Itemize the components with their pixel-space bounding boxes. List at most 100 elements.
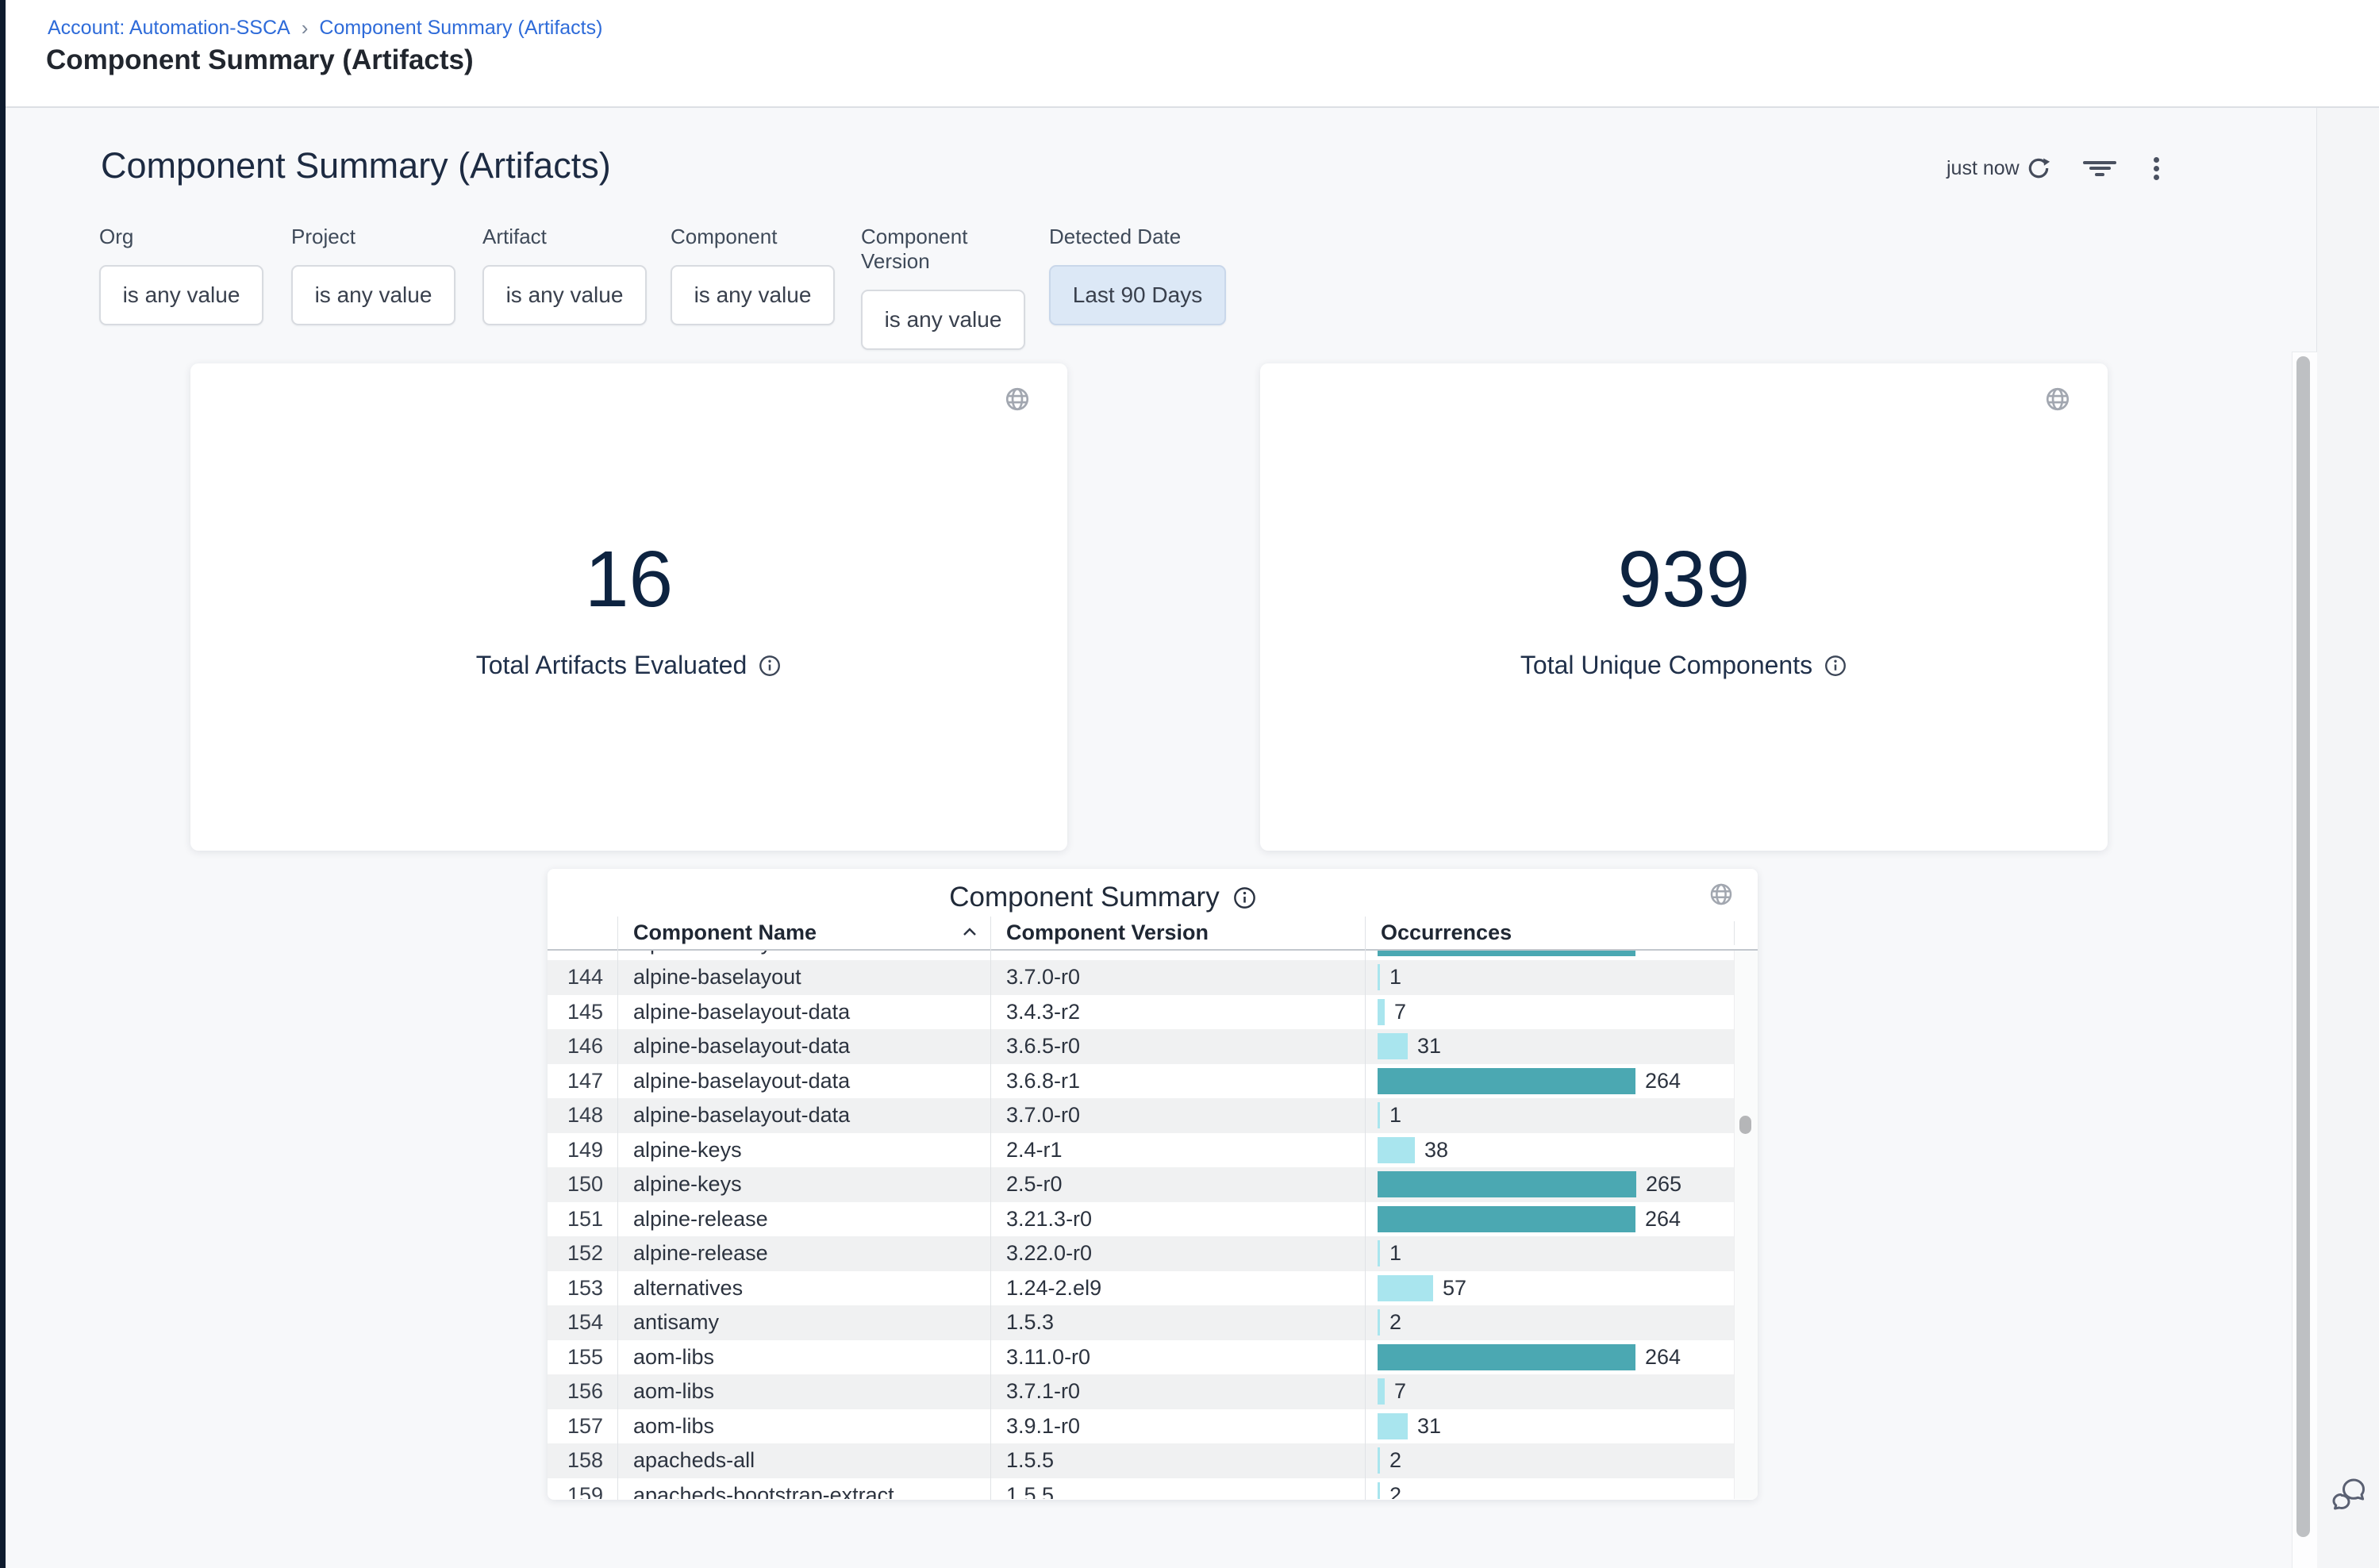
filter-component-version-value-button[interactable]: is any value (861, 290, 1025, 350)
occurrences-bar[interactable] (1378, 1068, 1635, 1094)
row-index: 149 (548, 1133, 603, 1168)
occurrences-bar[interactable] (1378, 1033, 1408, 1059)
occurrences-value: 31 (1417, 1029, 1441, 1064)
component-version-cell: 3.7.0-r0 (1006, 960, 1080, 995)
occurrences-bar[interactable] (1378, 1482, 1380, 1500)
sort-asc-icon[interactable] (960, 924, 979, 941)
occurrences-bar[interactable] (1378, 1344, 1635, 1370)
occurrences-value: 31 (1417, 1409, 1441, 1444)
filter-artifact-value-button[interactable]: is any value (482, 265, 647, 325)
page-scrollbar-thumb[interactable] (2296, 356, 2310, 1537)
table-row[interactable]: 149alpine-keys2.4-r138 (548, 1133, 1734, 1168)
table-row[interactable]: 159apacheds-bootstrap-extract1.5.52 (548, 1478, 1734, 1500)
filter-component-version-label: Component Version (861, 225, 1025, 274)
filter-detected-date-value-button[interactable]: Last 90 Days (1049, 265, 1226, 325)
component-version-cell: 2.5-r0 (1006, 1167, 1063, 1202)
component-version-cell: 1.24-2.el9 (1006, 1271, 1101, 1306)
filter-component-value-button[interactable]: is any value (671, 265, 835, 325)
table-row[interactable]: 158apacheds-all1.5.52 (548, 1443, 1734, 1478)
info-icon[interactable] (1824, 654, 1847, 678)
occurrences-bar[interactable] (1378, 1102, 1380, 1128)
component-name-cell: alpine-baselayout-data (633, 1029, 850, 1064)
table-row[interactable]: 154 antisamy 1.5.3 2 (548, 1305, 1734, 1340)
refresh-icon (2026, 156, 2051, 181)
occurrences-bar[interactable] (1378, 1309, 1380, 1335)
filter-project-label: Project (291, 225, 455, 249)
occurrences-bar[interactable] (1378, 1413, 1408, 1439)
table-row[interactable]: 153alternatives1.24-2.el957 (548, 1271, 1734, 1306)
table-row[interactable]: 146alpine-baselayout-data3.6.5-r031 (548, 1029, 1734, 1064)
component-name-cell: aom-libs (633, 1340, 714, 1375)
table-row[interactable]: 150alpine-keys2.5-r0265 (548, 1167, 1734, 1202)
table-row[interactable]: 157aom-libs3.9.1-r031 (548, 1409, 1734, 1444)
refresh-button[interactable] (2021, 151, 2056, 186)
row-index: 159 (548, 1478, 603, 1500)
occurrences-bar[interactable] (1378, 964, 1380, 990)
info-icon[interactable] (758, 654, 782, 678)
table-scrollbar-thumb[interactable] (1739, 1116, 1751, 1134)
occurrences-bar[interactable] (1378, 1378, 1385, 1405)
filter-org-value-button[interactable]: is any value (99, 265, 263, 325)
occurrences-value: 2 (1389, 1305, 1401, 1340)
info-icon[interactable] (1232, 886, 1257, 910)
occurrences-value: 38 (1424, 1133, 1448, 1168)
row-index: 154 (548, 1305, 603, 1340)
component-name-cell: antisamy (633, 1305, 719, 1340)
occurrences-bar[interactable] (1378, 1137, 1415, 1163)
page-scrollbar-track[interactable] (2292, 352, 2317, 1568)
dashboard-filters-button[interactable] (2082, 151, 2117, 186)
globe-icon[interactable] (1004, 386, 1031, 413)
last-refreshed-label: just now (1947, 157, 2020, 180)
occurrences-bar[interactable] (1378, 1447, 1380, 1474)
table-row[interactable]: 147alpine-baselayout-data3.6.8-r1264 (548, 1064, 1734, 1099)
occurrences-bar[interactable] (1378, 1206, 1635, 1232)
table-scrollbar-track[interactable] (1734, 951, 1758, 1499)
breadcrumb-current-link[interactable]: Component Summary (Artifacts) (319, 17, 602, 40)
component-version-cell: 3.21.3-r0 (1006, 1202, 1092, 1237)
stat-value: 16 (190, 538, 1067, 621)
globe-icon[interactable] (1708, 882, 1734, 907)
filter-project-value-button[interactable]: is any value (291, 265, 455, 325)
column-header-component-name[interactable]: Component Name (633, 917, 817, 949)
table-row[interactable]: 152alpine-release3.22.0-r01 (548, 1236, 1734, 1271)
occurrences-bar[interactable] (1378, 951, 1635, 956)
row-index: 153 (548, 1271, 603, 1306)
component-version-cell: 1.5.3 (1006, 1305, 1054, 1340)
occurrences-bar[interactable] (1378, 1171, 1636, 1197)
collapsed-sidebar-edge[interactable] (0, 0, 6, 1568)
row-index: 155 (548, 1340, 603, 1375)
occurrences-bar[interactable] (1378, 1240, 1380, 1266)
dashboard-title: Component Summary (Artifacts) (101, 145, 611, 186)
occurrences-value: 265 (1646, 1167, 1681, 1202)
right-margin (2317, 108, 2379, 1568)
filter-icon (2082, 158, 2117, 179)
column-header-occurrences[interactable]: Occurrences (1381, 917, 1512, 949)
table-row[interactable]: 148alpine-baselayout-data3.7.0-r01 (548, 1098, 1734, 1133)
occurrences-bar[interactable] (1378, 1275, 1433, 1301)
table-row[interactable]: 145alpine-baselayout-data3.4.3-r27 (548, 995, 1734, 1030)
column-divider (1734, 921, 1735, 945)
occurrences-bar[interactable] (1378, 999, 1385, 1025)
component-summary-table-card: Component Summary Component Name Compone… (548, 869, 1758, 1500)
app-screen: Account: Automation-SSCA › Component Sum… (0, 0, 2379, 1568)
table-row[interactable]: 156aom-libs3.7.1-r07 (548, 1374, 1734, 1409)
filter-org-label: Org (99, 225, 263, 249)
occurrences-value: 264 (1645, 1064, 1681, 1099)
globe-icon[interactable] (2044, 386, 2071, 413)
breadcrumb-account-link[interactable]: Account: Automation-SSCA (48, 17, 290, 40)
filter-artifact-label: Artifact (482, 225, 647, 249)
table-row[interactable]: 144alpine-baselayout3.7.0-r01 (548, 960, 1734, 995)
column-header-component-version[interactable]: Component Version (1006, 917, 1209, 949)
stat-value: 939 (1260, 538, 2108, 621)
chat-help-icon[interactable] (2327, 1474, 2369, 1517)
table-row[interactable]: 143alpine-baselayout3.6.8-r1264 (548, 951, 1734, 960)
occurrences-value: 264 (1645, 1202, 1681, 1237)
top-bar: Account: Automation-SSCA › Component Sum… (0, 0, 2379, 108)
table-row[interactable]: 155aom-libs3.11.0-r0264 (548, 1340, 1734, 1375)
dashboard-more-button[interactable] (2139, 151, 2173, 186)
component-version-cell: 3.22.0-r0 (1006, 1236, 1092, 1271)
component-version-cell: 1.5.5 (1006, 1478, 1054, 1500)
table-row[interactable]: 151alpine-release3.21.3-r0264 (548, 1202, 1734, 1237)
tile-total-unique-components: 939 Total Unique Components (1260, 363, 2108, 851)
stat-label: Total Artifacts Evaluated (476, 651, 748, 680)
